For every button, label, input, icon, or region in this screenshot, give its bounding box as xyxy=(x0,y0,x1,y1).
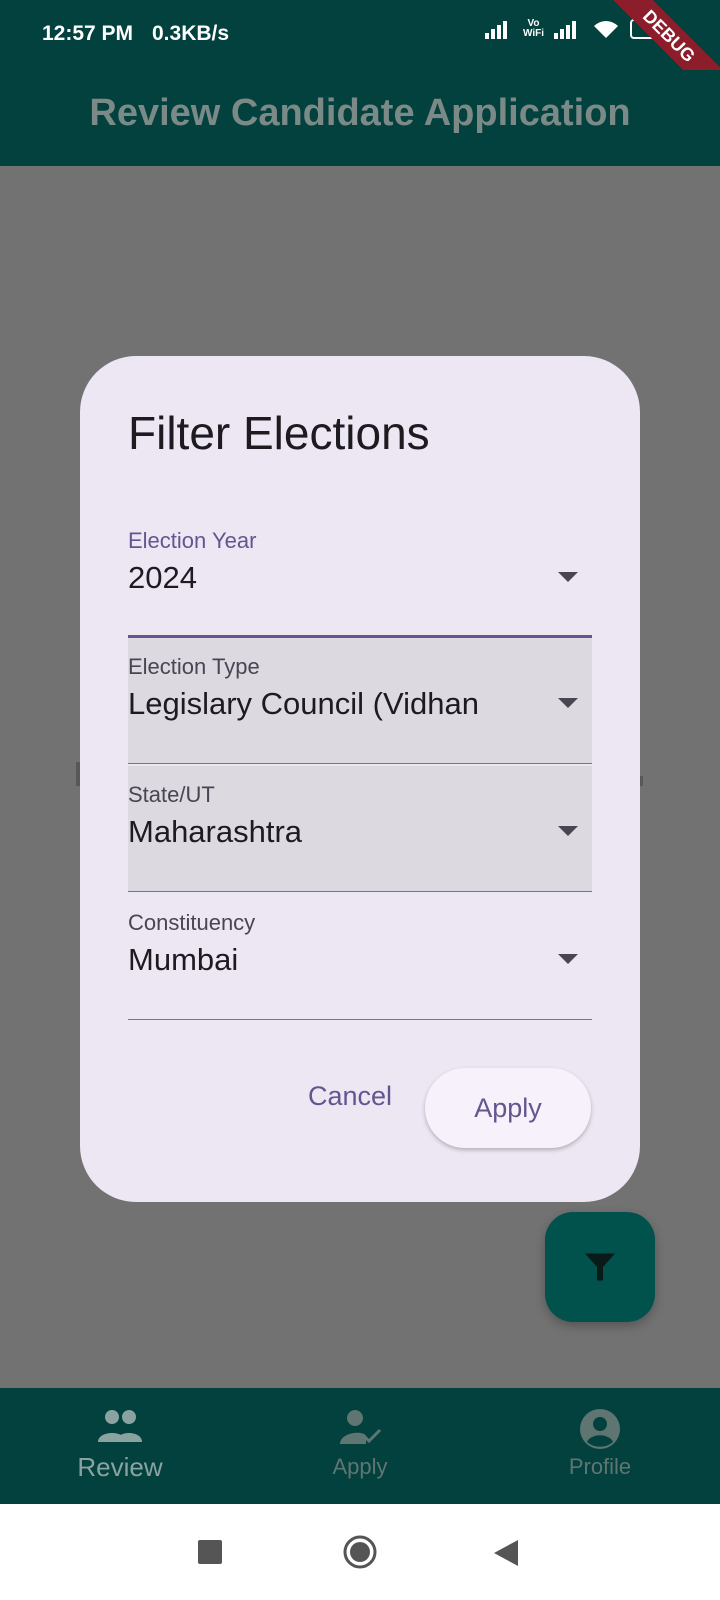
nav-label-apply: Apply xyxy=(332,1454,388,1479)
field-label: State/UT xyxy=(128,782,215,807)
field-label: Election Year xyxy=(128,528,257,553)
cell-signal-icon xyxy=(484,21,507,39)
apply-button[interactable]: Apply xyxy=(425,1068,591,1148)
wifi-icon xyxy=(594,21,618,38)
recents-button[interactable] xyxy=(198,1540,222,1569)
field-label: Constituency xyxy=(128,910,256,935)
nav-item-review[interactable]: Review xyxy=(0,1388,240,1504)
back-button[interactable] xyxy=(494,1540,518,1571)
cancel-button[interactable]: Cancel xyxy=(280,1068,420,1124)
vowifi-icon: Vo WiFi xyxy=(522,18,544,39)
constituency-dropdown[interactable]: Constituency Mumbai xyxy=(128,894,592,1020)
filter-icon xyxy=(585,1253,615,1281)
field-value: 2024 xyxy=(128,560,197,595)
system-nav-bar xyxy=(0,1504,720,1600)
background-text-fragment xyxy=(640,776,643,786)
filter-dialog: Filter Elections Election Year 2024 Elec… xyxy=(80,356,640,1202)
dropdown-arrow-icon xyxy=(558,572,578,582)
bottom-navigation: Review Apply Profile xyxy=(0,1388,720,1504)
dialog-title: Filter Elections xyxy=(128,407,430,459)
nav-label-profile: Profile xyxy=(568,1454,632,1479)
filter-fab[interactable] xyxy=(545,1212,655,1322)
back-triangle-icon xyxy=(494,1540,518,1566)
dropdown-arrow-icon xyxy=(558,826,578,836)
dropdown-arrow-icon xyxy=(558,954,578,964)
network-speed: 0.3KB/s xyxy=(152,22,230,45)
dropdown-arrow-icon xyxy=(558,698,578,708)
status-time: 12:57 PM xyxy=(42,22,134,45)
person-check-icon xyxy=(340,1410,382,1444)
election-year-dropdown[interactable]: Election Year 2024 xyxy=(128,512,592,638)
home-circle-icon xyxy=(343,1535,377,1569)
home-button[interactable] xyxy=(342,1534,378,1575)
field-label: Election Type xyxy=(128,654,260,679)
field-value: Legislary Council (Vidhan xyxy=(128,686,479,721)
field-value: Mumbai xyxy=(128,942,239,977)
cell-signal-2-icon xyxy=(554,21,576,39)
square-icon xyxy=(198,1540,222,1564)
app-bar: Review Candidate Application xyxy=(0,70,720,166)
account-circle-icon xyxy=(580,1409,620,1449)
state-ut-dropdown[interactable]: State/UT Maharashtra xyxy=(128,766,592,892)
nav-label-review: Review xyxy=(77,1452,163,1482)
page-title: Review Candidate Application xyxy=(89,92,631,134)
nav-item-profile[interactable]: Profile xyxy=(480,1388,720,1504)
status-bar: 12:57 PM 0.3KB/s Vo WiFi DEBUG xyxy=(0,0,720,107)
election-type-dropdown[interactable]: Election Type Legislary Council (Vidhan xyxy=(128,638,592,764)
field-value: Maharashtra xyxy=(128,814,303,849)
nav-item-apply[interactable]: Apply xyxy=(240,1388,480,1504)
people-icon xyxy=(98,1410,142,1442)
